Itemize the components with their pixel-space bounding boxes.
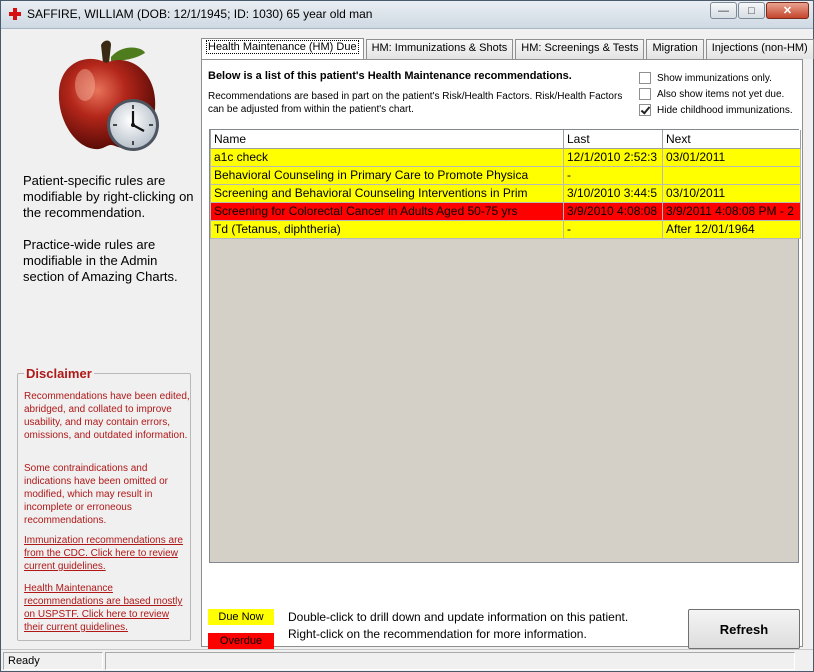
- uspstf-guidelines-link[interactable]: Health Maintenance recommendations are b…: [24, 582, 190, 634]
- cell-last: 3/10/2010 3:44:5: [563, 183, 663, 203]
- checkbox[interactable]: [639, 88, 651, 100]
- apple-clock-icon: [58, 40, 159, 151]
- status-panel: [105, 652, 795, 670]
- table-row[interactable]: Behavioral Counseling in Primary Care to…: [210, 165, 801, 185]
- panel-subtext: Recommendations are based in part on the…: [208, 91, 623, 115]
- tab-migration[interactable]: Migration: [646, 39, 704, 59]
- recommendations-grid[interactable]: Name Last Next a1c check 12/1/2010 2:52:…: [209, 129, 801, 563]
- cdc-guidelines-link[interactable]: Immunization recommendations are from th…: [24, 534, 190, 573]
- column-header-name[interactable]: Name: [210, 130, 564, 149]
- table-row[interactable]: Td (Tetanus, diphtheria) - After 12/01/1…: [210, 219, 801, 239]
- refresh-button[interactable]: Refresh: [688, 609, 800, 649]
- options-group: Show immunizations only. Also show items…: [639, 70, 793, 118]
- overdue-legend: Overdue: [208, 633, 274, 649]
- column-header-last[interactable]: Last: [563, 130, 663, 149]
- tab-immunizations[interactable]: HM: Immunizations & Shots: [365, 39, 514, 59]
- drill-down-hint: Double-click to drill down and update in…: [288, 610, 629, 624]
- panel-heading: Below is a list of this patient's Health…: [208, 70, 572, 82]
- table-row[interactable]: Screening and Behavioral Counseling Inte…: [210, 183, 801, 203]
- patient-rules-text: Patient-specific rules are modifiable by…: [23, 173, 194, 220]
- cell-name: Screening and Behavioral Counseling Inte…: [210, 183, 564, 203]
- option-not-yet-due[interactable]: Also show items not yet due.: [639, 86, 793, 102]
- checkbox[interactable]: [639, 72, 651, 84]
- option-immunizations-only[interactable]: Show immunizations only.: [639, 70, 793, 86]
- close-button[interactable]: ✕: [766, 2, 809, 19]
- red-cross-icon: [9, 8, 21, 20]
- disclaimer-paragraph-1: Recommendations have been edited, abridg…: [24, 391, 190, 441]
- minimize-button[interactable]: —: [710, 2, 737, 19]
- option-label: Show immunizations only.: [657, 72, 772, 84]
- maximize-button[interactable]: □: [738, 2, 765, 19]
- cell-name: a1c check: [210, 147, 564, 167]
- tab-injections[interactable]: Injections (non-HM): [705, 39, 814, 59]
- cell-name: Td (Tetanus, diphtheria): [210, 219, 564, 239]
- title-bar[interactable]: SAFFIRE, WILLIAM (DOB: 12/1/1945; ID: 10…: [1, 1, 813, 29]
- disclaimer-paragraph-2: Some contraindications and indications h…: [24, 463, 168, 526]
- cell-last: 3/9/2010 4:08:08: [563, 201, 663, 221]
- cell-next: [662, 165, 801, 185]
- option-label: Also show items not yet due.: [657, 88, 785, 100]
- tab-label: Health Maintenance (HM) Due: [206, 40, 359, 54]
- option-label: Hide childhood immunizations.: [657, 104, 793, 116]
- window-title: SAFFIRE, WILLIAM (DOB: 12/1/1945; ID: 10…: [27, 7, 373, 21]
- disclaimer-group: Disclaimer Recommendations have been edi…: [17, 366, 191, 641]
- cell-name: Behavioral Counseling in Primary Care to…: [210, 165, 564, 185]
- cell-name: Screening for Colorectal Cancer in Adult…: [210, 201, 564, 221]
- window-controls: — □ ✕: [710, 2, 809, 19]
- disclaimer-title: Disclaimer: [24, 366, 94, 381]
- cell-next: 3/9/2011 4:08:08 PM - 2: [662, 201, 801, 221]
- status-text: Ready: [3, 652, 103, 670]
- table-row[interactable]: a1c check 12/1/2010 2:52:3 03/01/2011: [210, 147, 801, 167]
- due-now-legend: Due Now: [208, 609, 274, 625]
- header-row: Name Last Next: [210, 130, 801, 149]
- recommendations-table: Name Last Next a1c check 12/1/2010 2:52:…: [210, 130, 801, 239]
- cell-last: -: [563, 219, 663, 239]
- hm-due-panel: Below is a list of this patient's Health…: [201, 59, 803, 649]
- column-header-next[interactable]: Next: [662, 130, 801, 149]
- tab-hm-due[interactable]: Health Maintenance (HM) Due: [201, 38, 364, 59]
- cell-next: 03/01/2011: [662, 147, 801, 167]
- option-hide-childhood[interactable]: Hide childhood immunizations.: [639, 102, 793, 118]
- right-click-hint: Right-click on the recommendation for mo…: [288, 627, 587, 641]
- content-area: Patient-specific rules are modifiable by…: [7, 31, 814, 649]
- cell-next: 03/10/2011: [662, 183, 801, 203]
- cell-last: 12/1/2010 2:52:3: [563, 147, 663, 167]
- left-panel: Patient-specific rules are modifiable by…: [7, 31, 197, 647]
- cell-next: After 12/01/1964: [662, 219, 801, 239]
- checkbox[interactable]: [639, 104, 651, 116]
- main-window: SAFFIRE, WILLIAM (DOB: 12/1/1945; ID: 10…: [0, 0, 814, 672]
- cell-last: -: [563, 165, 663, 185]
- practice-rules-text: Practice-wide rules are modifiable in th…: [23, 237, 178, 284]
- status-bar: Ready: [1, 649, 813, 671]
- tab-strip: Health Maintenance (HM) Due HM: Immuniza…: [201, 38, 814, 59]
- table-row[interactable]: Screening for Colorectal Cancer in Adult…: [210, 201, 801, 221]
- tab-screenings[interactable]: HM: Screenings & Tests: [515, 39, 645, 59]
